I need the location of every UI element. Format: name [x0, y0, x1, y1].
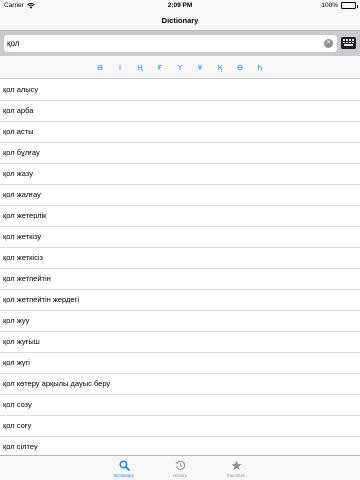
list-item[interactable]: қол асты [0, 122, 360, 143]
navigation-bar: Dictionary [0, 12, 360, 30]
letter-key[interactable]: Ұ [197, 63, 203, 72]
list-item[interactable]: қол жазу [0, 164, 360, 185]
star-icon [231, 460, 242, 471]
list-item[interactable]: қол жеткізу [0, 227, 360, 248]
battery-icon [341, 2, 358, 9]
list-item[interactable]: қол жуғыш [0, 332, 360, 353]
list-item[interactable]: қол жалғау [0, 185, 360, 206]
letter-key[interactable]: Қ [217, 63, 223, 72]
special-letters-row: ӘІҢҒҮҰҚӨҺ [0, 56, 360, 79]
tab-label-history: History [172, 473, 187, 478]
tab-label-dictionary: Dictionary [113, 473, 134, 478]
clear-icon[interactable]: ✕ [324, 39, 333, 48]
tab-label-favorites: Favorites [226, 473, 246, 478]
letter-key[interactable]: Һ [257, 63, 263, 72]
letter-key[interactable]: Ү [177, 63, 183, 72]
status-bar: Carrier 2:09 PM 100% [0, 0, 360, 12]
list-item[interactable]: қол жуу [0, 311, 360, 332]
letter-key[interactable]: Ө [237, 63, 243, 72]
list-item[interactable]: қол бұлғау [0, 143, 360, 164]
list-item[interactable]: қол соғу [0, 416, 360, 437]
word-list[interactable]: қол алысу қол арба қол асты қол бұлғау қол ж… [0, 80, 360, 455]
list-item[interactable]: қол жетпейтін [0, 269, 360, 290]
history-icon [174, 460, 186, 471]
list-item[interactable]: қол жетерлік [0, 206, 360, 227]
list-item[interactable]: қол көтеру арқылы дауыс беру [0, 374, 360, 395]
battery-percent: 100% [321, 2, 338, 9]
list-item[interactable]: қол созу [0, 395, 360, 416]
status-time: 2:09 PM [167, 2, 193, 9]
search-area: ✕ [0, 30, 360, 56]
list-item[interactable]: қол жетпейтін жердегі [0, 290, 360, 311]
letter-key[interactable]: І [117, 63, 123, 72]
list-item[interactable]: қол алысу [0, 80, 360, 101]
list-item[interactable]: қол жүгі [0, 353, 360, 374]
tab-dictionary[interactable]: Dictionary [107, 456, 141, 480]
keyboard-toggle-button[interactable] [341, 37, 356, 49]
letter-key[interactable]: Ң [137, 63, 143, 72]
tab-bar: Dictionary History Favorites [0, 455, 360, 480]
list-item[interactable]: қол арба [0, 101, 360, 122]
list-item[interactable]: қол сілтеу [0, 437, 360, 455]
special-letters-bar: ӘІҢҒҮҰҚӨҺ [0, 56, 360, 79]
tab-favorites[interactable]: Favorites [219, 456, 253, 480]
letter-key[interactable]: Ә [97, 63, 103, 72]
search-field[interactable]: ✕ [4, 35, 337, 52]
letter-key[interactable]: Ғ [157, 63, 163, 72]
tab-history[interactable]: History [163, 456, 197, 480]
search-icon [119, 460, 130, 471]
status-right: 100% [321, 2, 358, 9]
search-input[interactable] [7, 37, 317, 50]
list-item[interactable]: қол жеткісіз [0, 248, 360, 269]
page-title: Dictionary [161, 16, 199, 25]
